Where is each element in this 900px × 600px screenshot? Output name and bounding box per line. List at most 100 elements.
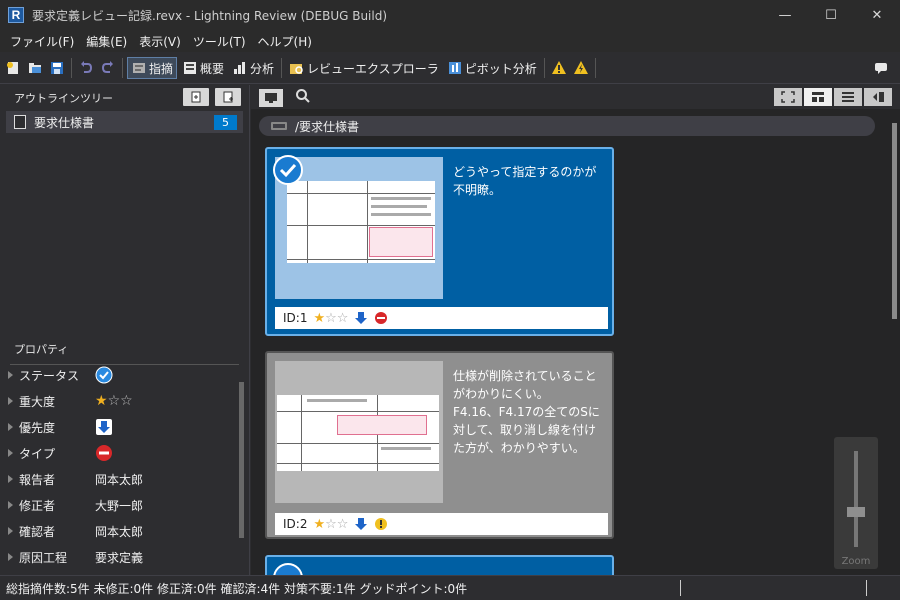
scrollbar-thumb[interactable] bbox=[892, 123, 897, 319]
collapse-icon bbox=[873, 92, 884, 102]
list-view-button[interactable] bbox=[834, 88, 862, 106]
zoom-track[interactable] bbox=[854, 451, 858, 547]
review-explorer-button[interactable]: レビューエクスプローラ bbox=[286, 57, 442, 79]
priority-down-icon bbox=[355, 312, 368, 324]
screen-button[interactable] bbox=[259, 88, 283, 107]
card-footer: ID:2 ★ ☆☆ bbox=[275, 513, 608, 535]
list-view-icon bbox=[842, 92, 854, 102]
new-file-icon[interactable] bbox=[3, 58, 23, 78]
properties-header: プロパティ bbox=[14, 343, 69, 356]
bunseki-label: 分析 bbox=[250, 61, 275, 76]
star-rating: ★ ☆☆ bbox=[95, 393, 133, 409]
card-footer: ID:1 ★ ☆☆ bbox=[275, 307, 608, 329]
window-title: 要求定義レビュー記録.revx - Lightning Review (DEBU… bbox=[32, 8, 388, 23]
menu-help[interactable]: ヘルプ(H) bbox=[252, 33, 318, 50]
menu-edit[interactable]: 編集(E) bbox=[80, 33, 133, 50]
prop-confirmer[interactable]: 確認者 岡本太郎 bbox=[0, 518, 240, 544]
prop-cause-process[interactable]: 原因工程 要求定義 bbox=[0, 544, 240, 570]
comment-icon[interactable] bbox=[871, 58, 891, 78]
prop-name: 確認者 bbox=[19, 524, 56, 539]
toolbar-separator bbox=[122, 58, 123, 78]
scrollbar-thumb[interactable] bbox=[239, 382, 244, 538]
prop-value: 要求定義 bbox=[95, 550, 144, 565]
pivot-label: ピボット分析 bbox=[464, 61, 537, 76]
issue-text: 仕様が削除されていることがわかりにくい。 F4.16、F4.17の全てのSに対し… bbox=[453, 369, 600, 455]
search-icon[interactable] bbox=[295, 88, 311, 107]
card-view-button[interactable] bbox=[804, 88, 832, 106]
star-rating: ★ ☆☆ bbox=[313, 516, 349, 532]
pivot-button[interactable]: ピボット分析 bbox=[444, 57, 540, 79]
bunseki-button[interactable]: 分析 bbox=[229, 57, 277, 79]
warning-bolt-icon[interactable] bbox=[571, 58, 591, 78]
zoom-label: Zoom bbox=[841, 556, 871, 567]
count-badge: 5 bbox=[214, 115, 237, 130]
prop-fixer[interactable]: 修正者 大野一郎 bbox=[0, 492, 240, 518]
undo-icon[interactable] bbox=[76, 58, 96, 78]
explorer-icon bbox=[290, 64, 303, 74]
zoom-slider[interactable]: Zoom bbox=[834, 437, 878, 569]
type-stop-icon bbox=[95, 444, 113, 462]
toolbar-separator bbox=[594, 58, 596, 78]
issue-card-2[interactable]: 仕様が削除されていることがわかりにくい。 F4.16、F4.17の全てのSに対し… bbox=[265, 351, 614, 539]
app-logo-icon: R bbox=[8, 7, 24, 23]
prop-name: 重大度 bbox=[19, 394, 56, 409]
expand-arrow-icon bbox=[8, 527, 13, 535]
shiteki-icon bbox=[133, 63, 145, 73]
properties-scrollbar[interactable] bbox=[238, 362, 246, 572]
toolbar-separator bbox=[281, 58, 283, 78]
toolbar-separator bbox=[543, 58, 545, 78]
tree-item-requirements[interactable]: 要求仕様書 5 bbox=[6, 111, 243, 133]
prop-severity[interactable]: 重大度 ★ ☆☆ bbox=[0, 388, 240, 414]
bar-chart-icon bbox=[234, 62, 246, 74]
document-thumbnail bbox=[275, 361, 443, 503]
maximize-button[interactable]: ☐ bbox=[808, 0, 854, 30]
expand-arrow-icon bbox=[8, 449, 13, 457]
fullscreen-button[interactable] bbox=[774, 88, 802, 106]
type-stop-icon bbox=[375, 312, 388, 324]
breadcrumb[interactable]: /要求仕様書 bbox=[259, 116, 875, 136]
document-icon bbox=[14, 115, 26, 129]
document-thumbnail bbox=[273, 155, 443, 299]
warning-icon[interactable] bbox=[549, 58, 569, 78]
toolbar-separator bbox=[71, 58, 72, 78]
prop-reporter[interactable]: 報告者 岡本太郎 bbox=[0, 466, 240, 492]
issue-text: どうやって指定するのかが不明瞭。 bbox=[453, 165, 597, 197]
minimize-button[interactable]: — bbox=[762, 0, 808, 30]
zoom-handle[interactable] bbox=[847, 507, 865, 517]
breadcrumb-path: /要求仕様書 bbox=[295, 119, 360, 134]
shiteki-label: 指摘 bbox=[149, 61, 174, 76]
issue-card-1[interactable]: どうやって指定するのかが不明瞭。 ID:1 ★ ☆☆ bbox=[265, 147, 614, 336]
prop-priority[interactable]: 優先度 bbox=[0, 414, 240, 440]
menu-bar: ファイル(F) 編集(E) 表示(V) ツール(T) ヘルプ(H) bbox=[0, 30, 900, 52]
prop-name: 修正者 bbox=[19, 498, 56, 513]
prop-value: 岡本太郎 bbox=[95, 524, 144, 539]
close-button[interactable]: ✕ bbox=[854, 0, 900, 30]
summary-icon bbox=[184, 62, 197, 74]
review-explorer-label: レビューエクスプローラ bbox=[307, 61, 439, 76]
menu-tools[interactable]: ツール(T) bbox=[187, 33, 252, 50]
toolbar: 指摘 概要 分析 レビューエクスプローラ ピボット分析 bbox=[0, 53, 900, 84]
shiteki-button[interactable]: 指摘 bbox=[127, 57, 178, 79]
status-summary: 総指摘件数:5件 未修正:0件 修正済:0件 確認済:4件 対策不要:1件 グッ… bbox=[6, 581, 468, 596]
open-folder-icon[interactable] bbox=[25, 58, 45, 78]
redo-icon[interactable] bbox=[98, 58, 118, 78]
prop-status[interactable]: ステータス bbox=[0, 362, 240, 388]
collapse-panel-button[interactable] bbox=[864, 88, 892, 106]
prop-name: 報告者 bbox=[19, 472, 56, 487]
prop-type[interactable]: タイプ bbox=[0, 440, 240, 466]
gaiyou-label: 概要 bbox=[200, 61, 225, 76]
cards-scrollbar[interactable] bbox=[890, 113, 898, 575]
menu-file[interactable]: ファイル(F) bbox=[4, 33, 80, 50]
folder-icon bbox=[271, 122, 287, 130]
priority-down-icon bbox=[95, 418, 113, 436]
expand-arrow-icon bbox=[8, 397, 13, 405]
status-checked-icon bbox=[95, 366, 113, 384]
add-folder-button[interactable] bbox=[215, 88, 241, 106]
gaiyou-button[interactable]: 概要 bbox=[179, 57, 227, 79]
tree-item-label: 要求仕様書 bbox=[34, 115, 95, 130]
monitor-icon bbox=[265, 92, 277, 103]
add-document-button[interactable] bbox=[183, 88, 209, 106]
menu-view[interactable]: 表示(V) bbox=[133, 33, 187, 50]
save-icon[interactable] bbox=[47, 58, 67, 78]
warning-circle-icon bbox=[375, 518, 388, 530]
